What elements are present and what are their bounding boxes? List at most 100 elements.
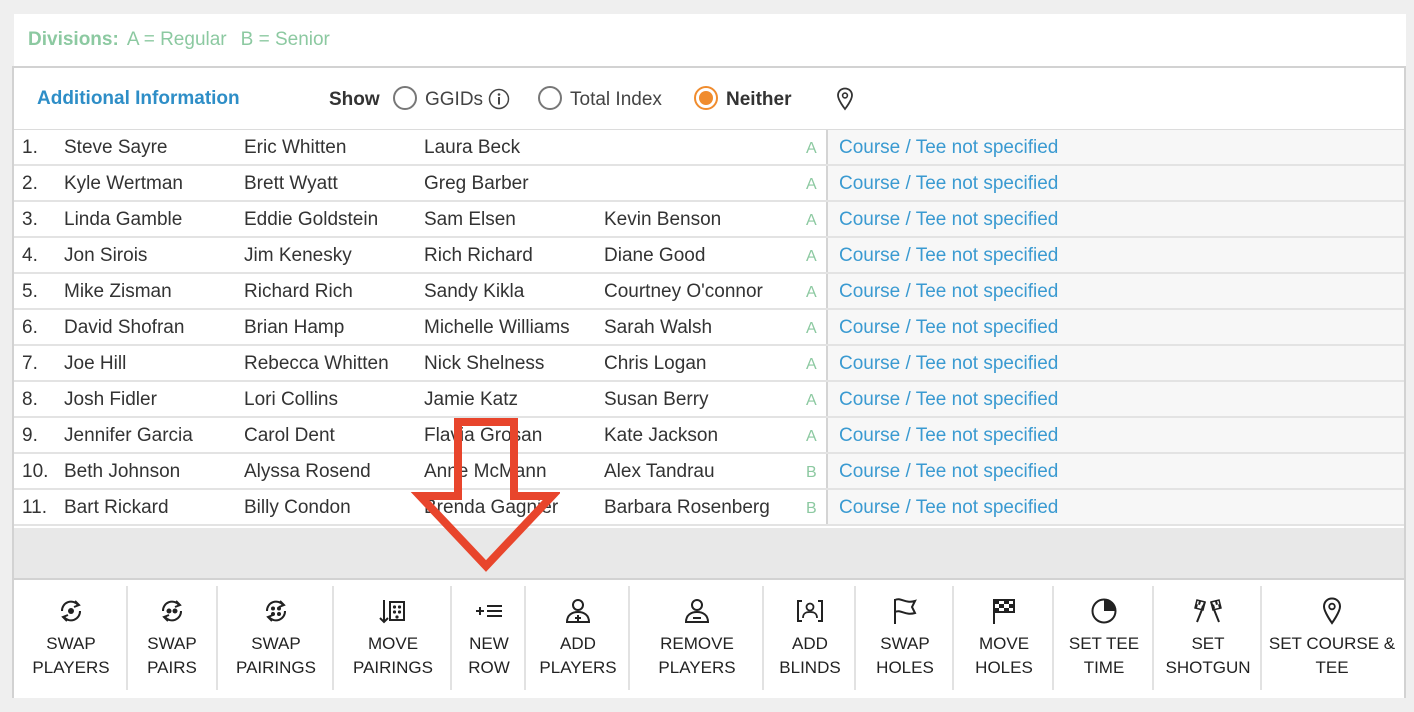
pairing-row[interactable]: 11. Bart Rickard Billy Condon Brenda Gagnie… — [14, 490, 1404, 526]
player-name[interactable]: Barbara Rosenberg — [604, 497, 779, 519]
pairing-row[interactable]: 6. David Shofran Brian Hamp Michelle Willia… — [14, 310, 1404, 346]
toolbar-button-label: SWAP PAIRINGS — [236, 634, 316, 677]
add-blinds-icon — [790, 594, 830, 628]
player-name[interactable]: Rebecca Whitten — [244, 353, 419, 375]
course-tee-link[interactable]: Course / Tee not specified — [839, 497, 1058, 519]
radio-neither-label[interactable]: Neither — [726, 89, 791, 111]
player-name[interactable]: Carol Dent — [244, 425, 419, 447]
course-tee-link[interactable]: Course / Tee not specified — [839, 281, 1058, 303]
player-name[interactable]: Courtney O'connor — [604, 281, 779, 303]
swap-pairs-button[interactable]: SWAP PAIRS — [128, 588, 216, 692]
player-name[interactable]: Susan Berry — [604, 389, 779, 411]
pairing-number: 2. — [22, 173, 38, 194]
player-name[interactable]: Laura Beck — [424, 137, 599, 159]
info-icon[interactable] — [488, 88, 510, 110]
course-tee-link[interactable]: Course / Tee not specified — [839, 137, 1058, 159]
course-tee-link[interactable]: Course / Tee not specified — [839, 461, 1058, 483]
player-name[interactable]: Joe Hill — [64, 353, 239, 375]
player-name[interactable]: David Shofran — [64, 317, 239, 339]
remove-players-button[interactable]: REMOVE PLAYERS — [632, 588, 762, 692]
player-name[interactable]: Josh Fidler — [64, 389, 239, 411]
pairing-row[interactable]: 7. Joe Hill Rebecca Whitten Nick Shelness Ch… — [14, 346, 1404, 382]
course-tee-link[interactable]: Course / Tee not specified — [839, 245, 1058, 267]
player-name[interactable]: Jim Kenesky — [244, 245, 419, 267]
swap-pairings-button[interactable]: SWAP PAIRINGS — [220, 588, 332, 692]
player-name[interactable]: Nick Shelness — [424, 353, 599, 375]
player-name[interactable]: Greg Barber — [424, 173, 599, 195]
pairing-row[interactable]: 1. Steve Sayre Eric Whitten Laura Beck A Cour… — [14, 130, 1404, 166]
player-name[interactable]: Lori Collins — [244, 389, 419, 411]
division-b-legend: B = Senior — [240, 29, 330, 50]
player-name[interactable]: Sarah Walsh — [604, 317, 779, 339]
set-shotgun-button[interactable]: SET SHOTGUN — [1156, 588, 1260, 692]
player-name[interactable]: Diane Good — [604, 245, 779, 267]
player-name[interactable]: Linda Gamble — [64, 209, 239, 231]
player-name[interactable]: Kevin Benson — [604, 209, 779, 231]
player-name[interactable]: Sandy Kikla — [424, 281, 599, 303]
player-name[interactable]: Brett Wyatt — [244, 173, 419, 195]
radio-total-index-label[interactable]: Total Index — [570, 89, 662, 111]
radio-total-index[interactable] — [538, 86, 562, 110]
map-pin-icon[interactable] — [836, 87, 854, 111]
remove-player-icon — [677, 594, 717, 628]
player-name[interactable]: Mike Zisman — [64, 281, 239, 303]
column-separator — [826, 202, 828, 236]
pairing-row[interactable]: 8. Josh Fidler Lori Collins Jamie Katz Susan… — [14, 382, 1404, 418]
player-name[interactable]: Steve Sayre — [64, 137, 239, 159]
player-name[interactable]: Kate Jackson — [604, 425, 779, 447]
swap-players-button[interactable]: SWAP PLAYERS — [16, 588, 126, 692]
pairing-row[interactable]: 5. Mike Zisman Richard Rich Sandy Kikla Cour… — [14, 274, 1404, 310]
player-name[interactable]: Brian Hamp — [244, 317, 419, 339]
player-name[interactable]: Billy Condon — [244, 497, 419, 519]
player-name[interactable]: Jamie Katz — [424, 389, 599, 411]
player-name[interactable]: Jennifer Garcia — [64, 425, 239, 447]
player-name[interactable]: Brenda Gagnier — [424, 497, 599, 519]
player-name[interactable]: Jon Sirois — [64, 245, 239, 267]
course-tee-link[interactable]: Course / Tee not specified — [839, 209, 1058, 231]
swap-players-icon — [51, 594, 91, 628]
player-name[interactable]: Sam Elsen — [424, 209, 599, 231]
course-tee-link[interactable]: Course / Tee not specified — [839, 317, 1058, 339]
player-name[interactable]: Beth Johnson — [64, 461, 239, 483]
set-tee-time-button[interactable]: SET TEE TIME — [1056, 588, 1152, 692]
player-name[interactable]: Chris Logan — [604, 353, 779, 375]
pairing-row[interactable]: 3. Linda Gamble Eddie Goldstein Sam Elsen Ke… — [14, 202, 1404, 238]
player-name[interactable]: Alex Tandrau — [604, 461, 779, 483]
player-name[interactable]: Alyssa Rosend — [244, 461, 419, 483]
player-name[interactable]: Eric Whitten — [244, 137, 419, 159]
pairing-row[interactable]: 2. Kyle Wertman Brett Wyatt Greg Barber A Cou… — [14, 166, 1404, 202]
player-name[interactable]: Kyle Wertman — [64, 173, 239, 195]
course-tee-link[interactable]: Course / Tee not specified — [839, 353, 1058, 375]
radio-ggids[interactable] — [393, 86, 417, 110]
player-name[interactable]: Michelle Williams — [424, 317, 599, 339]
course-tee-link[interactable]: Course / Tee not specified — [839, 173, 1058, 195]
pairing-row[interactable]: 9. Jennifer Garcia Carol Dent Flavia Grosan… — [14, 418, 1404, 454]
add-players-button[interactable]: ADD PLAYERS — [528, 588, 628, 692]
player-name[interactable]: Eddie Goldstein — [244, 209, 419, 231]
player-name[interactable]: Flavia Grosan — [424, 425, 599, 447]
new-row-button[interactable]: NEW ROW — [454, 588, 524, 692]
player-name[interactable]: Bart Rickard — [64, 497, 239, 519]
player-name[interactable]: Anne McMann — [424, 461, 599, 483]
swap-holes-button[interactable]: SWAP HOLES — [858, 588, 952, 692]
move-holes-button[interactable]: MOVE HOLES — [956, 588, 1052, 692]
pairing-number: 1. — [22, 137, 38, 158]
player-name[interactable]: Rich Richard — [424, 245, 599, 267]
pairing-row[interactable]: 10. Beth Johnson Alyssa Rosend Anne McMann A… — [14, 454, 1404, 490]
course-tee-link[interactable]: Course / Tee not specified — [839, 389, 1058, 411]
move-pairings-icon — [373, 594, 413, 628]
set-course-tee-button[interactable]: SET COURSE & TEE — [1264, 588, 1400, 692]
radio-neither[interactable] — [694, 86, 718, 110]
toolbar-divider — [762, 586, 764, 690]
player-name[interactable]: Richard Rich — [244, 281, 419, 303]
radio-ggids-label[interactable]: GGIDs — [425, 89, 483, 111]
course-tee-link[interactable]: Course / Tee not specified — [839, 425, 1058, 447]
pairing-row[interactable]: 4. Jon Sirois Jim Kenesky Rich Richard Diane… — [14, 238, 1404, 274]
swap-holes-flag-icon — [885, 594, 925, 628]
add-blinds-button[interactable]: ADD BLINDS — [766, 588, 854, 692]
move-pairings-button[interactable]: MOVE PAIRINGS — [336, 588, 450, 692]
pairing-number: 4. — [22, 245, 38, 266]
map-pin-icon — [1312, 594, 1352, 628]
table-empty-space — [14, 528, 1404, 578]
column-separator — [826, 274, 828, 308]
